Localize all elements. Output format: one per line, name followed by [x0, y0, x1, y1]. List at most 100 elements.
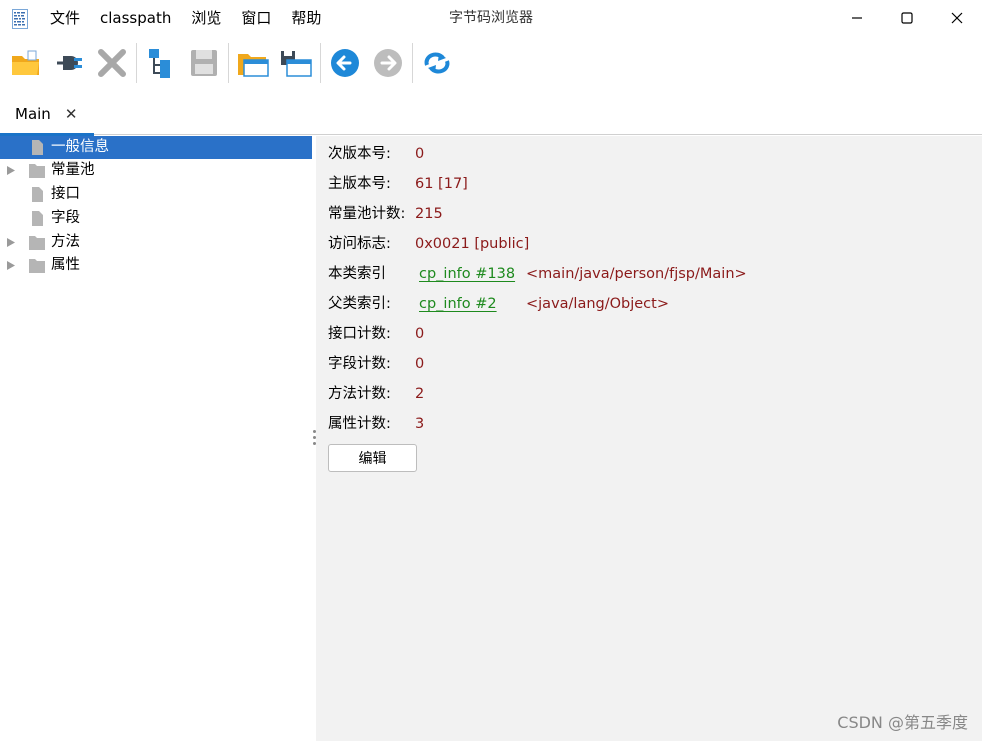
connect-button[interactable] — [49, 43, 89, 83]
refresh-button[interactable] — [417, 43, 457, 83]
row-constant-pool-count: 常量池计数: 215 — [316, 199, 982, 229]
field-label: 次版本号: — [328, 146, 391, 162]
file-icon — [32, 211, 43, 226]
toolbar-separator — [228, 43, 229, 83]
field-label: 主版本号: — [328, 176, 391, 192]
title-bar: 文件 classpath 浏览 窗口 帮助 字节码浏览器 — [0, 0, 982, 36]
forward-button[interactable] — [368, 43, 408, 83]
watermark: CSDN @第五季度 — [837, 713, 968, 732]
field-description: <java/lang/Object> — [526, 296, 669, 312]
open-window-icon — [238, 54, 269, 77]
field-label: 接口计数: — [328, 326, 391, 342]
row-major-version: 主版本号: 61 [17] — [316, 169, 982, 199]
tree-item-constant-pool[interactable]: 常量池 — [0, 159, 312, 182]
row-methods-count: 方法计数: 2 — [316, 379, 982, 409]
tree-item-label: 字段 — [51, 210, 80, 226]
row-access-flags: 访问标志: 0x0021 [public] — [316, 229, 982, 259]
sidebar-tree: 一般信息 常量池 接口 字段 方法 属性 — [0, 136, 312, 741]
save-window-button[interactable] — [276, 43, 316, 83]
this-class-link[interactable]: cp_info #138 — [419, 259, 515, 289]
tab-close-icon[interactable]: ✕ — [65, 105, 78, 123]
folder-icon — [29, 236, 45, 250]
field-value: 2 — [415, 386, 425, 402]
menu-help[interactable]: 帮助 — [281, 0, 331, 36]
tree-view-button[interactable] — [141, 43, 181, 83]
super-class-link[interactable]: cp_info #2 — [419, 289, 497, 319]
field-value: 61 [17] — [415, 176, 468, 192]
field-value: 0 — [415, 326, 425, 342]
file-icon — [32, 187, 43, 202]
expand-arrow-icon[interactable] — [6, 165, 16, 176]
menu-browse[interactable]: 浏览 — [181, 0, 231, 36]
back-arrow-icon — [331, 49, 359, 77]
tree-item-attributes[interactable]: 属性 — [0, 254, 312, 277]
maximize-button[interactable] — [882, 0, 932, 36]
field-label: 属性计数: — [328, 416, 391, 432]
folder-icon — [29, 259, 45, 273]
tree-item-label: 方法 — [51, 234, 80, 250]
row-fields-count: 字段计数: 0 — [316, 349, 982, 379]
edit-button[interactable]: 编辑 — [328, 444, 417, 472]
close-icon — [951, 12, 963, 24]
minimize-icon — [852, 17, 862, 19]
tree-item-methods[interactable]: 方法 — [0, 231, 312, 254]
open-button[interactable] — [6, 43, 46, 83]
save-window-icon — [281, 51, 312, 77]
field-value: 215 — [415, 206, 443, 222]
field-label: 访问标志: — [328, 236, 391, 252]
tree-item-label: 一般信息 — [51, 139, 109, 155]
tree-item-general-info[interactable]: 一般信息 — [0, 136, 312, 159]
folder-icon — [29, 164, 45, 178]
row-attributes-count: 属性计数: 3 — [316, 409, 982, 439]
window-controls — [832, 0, 982, 36]
tab-main[interactable]: Main ✕ — [0, 92, 94, 136]
save-button[interactable] — [184, 43, 224, 83]
menu-file[interactable]: 文件 — [40, 0, 90, 36]
tree-structure-icon — [149, 49, 170, 78]
file-icon — [32, 140, 43, 155]
tree-item-fields[interactable]: 字段 — [0, 207, 312, 230]
field-description: <main/java/person/fjsp/Main> — [526, 266, 747, 282]
field-value: 0 — [415, 146, 425, 162]
field-label: 方法计数: — [328, 386, 391, 402]
tree-item-label: 接口 — [51, 186, 80, 202]
forward-arrow-icon — [374, 49, 402, 77]
field-label: 父类索引: — [328, 296, 391, 312]
field-value: 0 — [415, 356, 425, 372]
app-icon — [12, 9, 28, 29]
tree-item-label: 常量池 — [51, 162, 95, 178]
back-button[interactable] — [325, 43, 365, 83]
menu-window[interactable]: 窗口 — [231, 0, 281, 36]
toolbar-separator — [136, 43, 137, 83]
field-value: 0x0021 [public] — [415, 236, 530, 252]
row-this-class: 本类索引 cp_info #138 <main/java/person/fjsp… — [316, 259, 982, 289]
minimize-button[interactable] — [832, 0, 882, 36]
row-super-class: 父类索引: cp_info #2 <java/lang/Object> — [316, 289, 982, 319]
tree-item-interfaces[interactable]: 接口 — [0, 183, 312, 206]
row-minor-version: 次版本号: 0 — [316, 139, 982, 169]
refresh-icon — [424, 52, 450, 74]
menu-bar: 文件 classpath 浏览 窗口 帮助 — [40, 0, 331, 36]
toolbar — [0, 38, 982, 88]
maximize-icon — [901, 12, 913, 24]
field-label: 常量池计数: — [328, 206, 406, 222]
close-x-icon — [98, 49, 126, 77]
close-file-button[interactable] — [92, 43, 132, 83]
close-window-button[interactable] — [932, 0, 982, 36]
field-label: 本类索引 — [328, 266, 386, 282]
toolbar-separator — [320, 43, 321, 83]
field-label: 字段计数: — [328, 356, 391, 372]
save-icon — [191, 50, 217, 76]
expand-arrow-icon[interactable] — [6, 260, 16, 271]
field-value: 3 — [415, 416, 425, 432]
open-window-button[interactable] — [233, 43, 273, 83]
plug-icon — [57, 56, 82, 70]
expand-arrow-icon[interactable] — [6, 237, 16, 248]
open-folder-icon — [12, 50, 39, 75]
general-info-panel: 次版本号: 0 主版本号: 61 [17] 常量池计数: 215 访问标志: 0… — [316, 136, 982, 741]
row-interfaces-count: 接口计数: 0 — [316, 319, 982, 349]
toolbar-separator — [412, 43, 413, 83]
menu-classpath[interactable]: classpath — [90, 0, 181, 36]
tab-label: Main — [15, 104, 51, 123]
tree-item-label: 属性 — [51, 257, 80, 273]
